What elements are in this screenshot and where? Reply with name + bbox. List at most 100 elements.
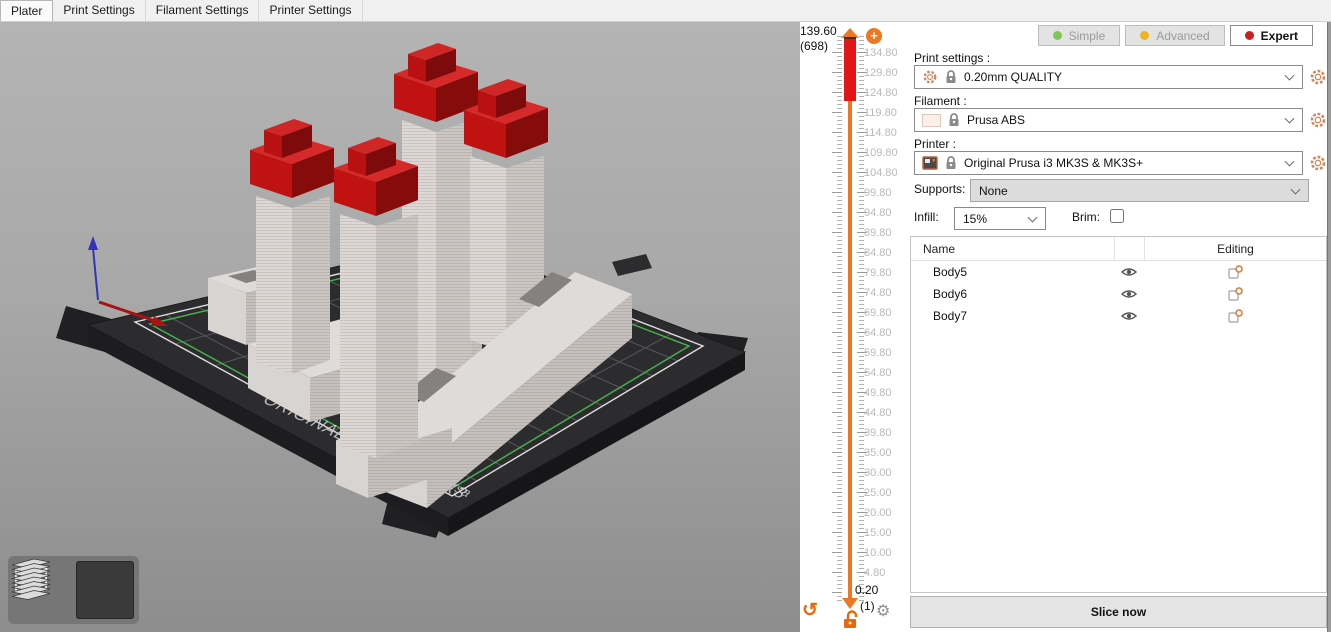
slider-selected-range[interactable] <box>844 37 856 101</box>
unlock-icon[interactable] <box>842 610 860 630</box>
slider-tick-label: 59.80 <box>864 347 906 359</box>
slider-tick-label: 104.80 <box>864 167 906 179</box>
slider-tick-label: 15.00 <box>864 527 906 539</box>
mode-button-simple[interactable]: Simple <box>1038 25 1121 46</box>
slider-tick-label: 109.80 <box>864 147 906 159</box>
eye-icon[interactable] <box>1114 288 1144 300</box>
slider-top-value: 139.60 <box>800 24 837 38</box>
tab-plater[interactable]: Plater <box>0 0 53 21</box>
print-settings-value: 0.20mm QUALITY <box>964 70 1062 84</box>
object-name: Body7 <box>911 309 1114 323</box>
slider-tick-label: 74.80 <box>864 287 906 299</box>
edit-printer-gear-icon[interactable] <box>1309 154 1327 172</box>
mode-button-advanced[interactable]: Advanced <box>1125 25 1224 46</box>
column-header-visibility <box>1114 237 1144 260</box>
infill-select[interactable]: 15% <box>954 207 1046 230</box>
window-right-edge <box>1327 22 1331 632</box>
eye-icon[interactable] <box>1114 310 1144 322</box>
filament-combo[interactable]: Prusa ABS <box>914 108 1303 132</box>
slider-lower-thumb[interactable] <box>842 598 858 609</box>
slider-bottom-value: 0.20 <box>855 583 878 597</box>
slice-bar: Slice now <box>910 596 1327 628</box>
slider-tick-label: 44.80 <box>864 407 906 419</box>
slider-tick-label: 129.80 <box>864 67 906 79</box>
slice-now-button[interactable]: Slice now <box>910 596 1327 628</box>
gear-icon <box>922 69 938 85</box>
slider-tick-label: 54.80 <box>864 367 906 379</box>
filament-value: Prusa ABS <box>967 113 1025 127</box>
slider-tick-label: 20.00 <box>864 507 906 519</box>
object-list-row[interactable]: Body5 <box>911 261 1326 283</box>
printer-combo[interactable]: Original Prusa i3 MK3S & MK3S+ <box>914 151 1303 175</box>
object-settings-icon[interactable] <box>1144 309 1326 324</box>
mode-dot-icon <box>1245 31 1254 40</box>
chevron-down-icon <box>1285 114 1295 124</box>
add-color-change-icon[interactable] <box>866 28 882 44</box>
slider-tick-label: 39.80 <box>864 427 906 439</box>
edit-filament-gear-icon[interactable] <box>1309 111 1327 129</box>
infill-value: 15% <box>963 212 987 226</box>
object-list-header: Name Editing <box>911 237 1326 261</box>
chevron-down-icon <box>1291 184 1301 194</box>
lock-icon <box>945 156 957 170</box>
mode-button-expert[interactable]: Expert <box>1230 25 1313 46</box>
filament-color-swatch <box>922 114 941 127</box>
chevron-down-icon <box>1285 71 1295 81</box>
slider-tick-label: 119.80 <box>864 107 906 119</box>
3d-viewport[interactable]: ORIGINAL PRUSA i3 MK3 by Josef Prusa <box>0 22 800 632</box>
slider-bottom-layer-number: (1) <box>860 599 875 613</box>
tab-print-settings[interactable]: Print Settings <box>53 0 145 21</box>
object-list-row[interactable]: Body7 <box>911 305 1326 327</box>
slider-tick-label: 30.00 <box>864 467 906 479</box>
tab-printer-settings[interactable]: Printer Settings <box>259 0 362 21</box>
slider-tick-label: 99.80 <box>864 187 906 199</box>
object-name: Body6 <box>911 287 1114 301</box>
chevron-down-icon <box>1028 212 1038 222</box>
chevron-down-icon <box>1285 157 1295 167</box>
slider-tick-label: 79.80 <box>864 267 906 279</box>
supports-label: Supports: <box>914 182 965 196</box>
object-list-row[interactable]: Body6 <box>911 283 1326 305</box>
object-settings-icon[interactable] <box>1144 287 1326 302</box>
slider-tick-label: 124.80 <box>864 87 906 99</box>
slider-top-layer-number: (698) <box>800 39 828 53</box>
view-toggle-group <box>8 556 139 624</box>
object-settings-icon[interactable] <box>1144 265 1326 280</box>
slider-settings-gear-icon[interactable] <box>876 601 890 621</box>
print-settings-label: Print settings : <box>914 51 990 65</box>
object-name: Body5 <box>911 265 1114 279</box>
slider-tick-label: 84.80 <box>864 247 906 259</box>
layers-icon <box>8 556 54 602</box>
brim-label: Brim: <box>1072 210 1100 224</box>
supports-select[interactable]: None <box>970 179 1309 202</box>
object-list: Name Editing Body5 Body6 Body7 <box>910 236 1327 593</box>
slider-tick-label: 114.80 <box>864 127 906 139</box>
printer-label: Printer : <box>914 137 956 151</box>
tab-filament-settings[interactable]: Filament Settings <box>146 0 260 21</box>
model-tower-1[interactable] <box>250 119 334 374</box>
slider-track[interactable] <box>848 101 852 600</box>
brim-checkbox[interactable] <box>1110 209 1124 223</box>
prusaslicer-window: PlaterPrint SettingsFilament SettingsPri… <box>0 0 1331 632</box>
slider-tick-label: 64.80 <box>864 327 906 339</box>
slider-tick-label: 4.80 <box>864 567 906 579</box>
print-settings-combo[interactable]: 0.20mm QUALITY <box>914 65 1303 89</box>
mode-dot-icon <box>1140 31 1149 40</box>
model-tower-2[interactable] <box>334 137 418 458</box>
column-header-editing: Editing <box>1144 237 1326 260</box>
preview-layers-view-button[interactable] <box>76 561 134 619</box>
edit-print-settings-gear-icon[interactable] <box>1309 68 1327 86</box>
supports-value: None <box>979 184 1008 198</box>
eye-icon[interactable] <box>1114 266 1144 278</box>
mode-dot-icon <box>1053 31 1062 40</box>
printer-icon <box>922 156 938 170</box>
main-tab-bar: PlaterPrint SettingsFilament SettingsPri… <box>0 0 1331 22</box>
layer-slider-panel: 139.60 (698) 134.80129.80124.80119.80114… <box>800 22 910 632</box>
printer-value: Original Prusa i3 MK3S & MK3S+ <box>964 156 1143 170</box>
lock-icon <box>945 70 957 84</box>
undo-icon[interactable] <box>802 599 818 622</box>
slider-major-ticks-left <box>832 52 842 600</box>
sidebar-panel: SimpleAdvanced Expert Print settings : 0.… <box>910 22 1327 632</box>
column-header-name: Name <box>911 242 1114 256</box>
filament-label: Filament : <box>914 94 967 108</box>
